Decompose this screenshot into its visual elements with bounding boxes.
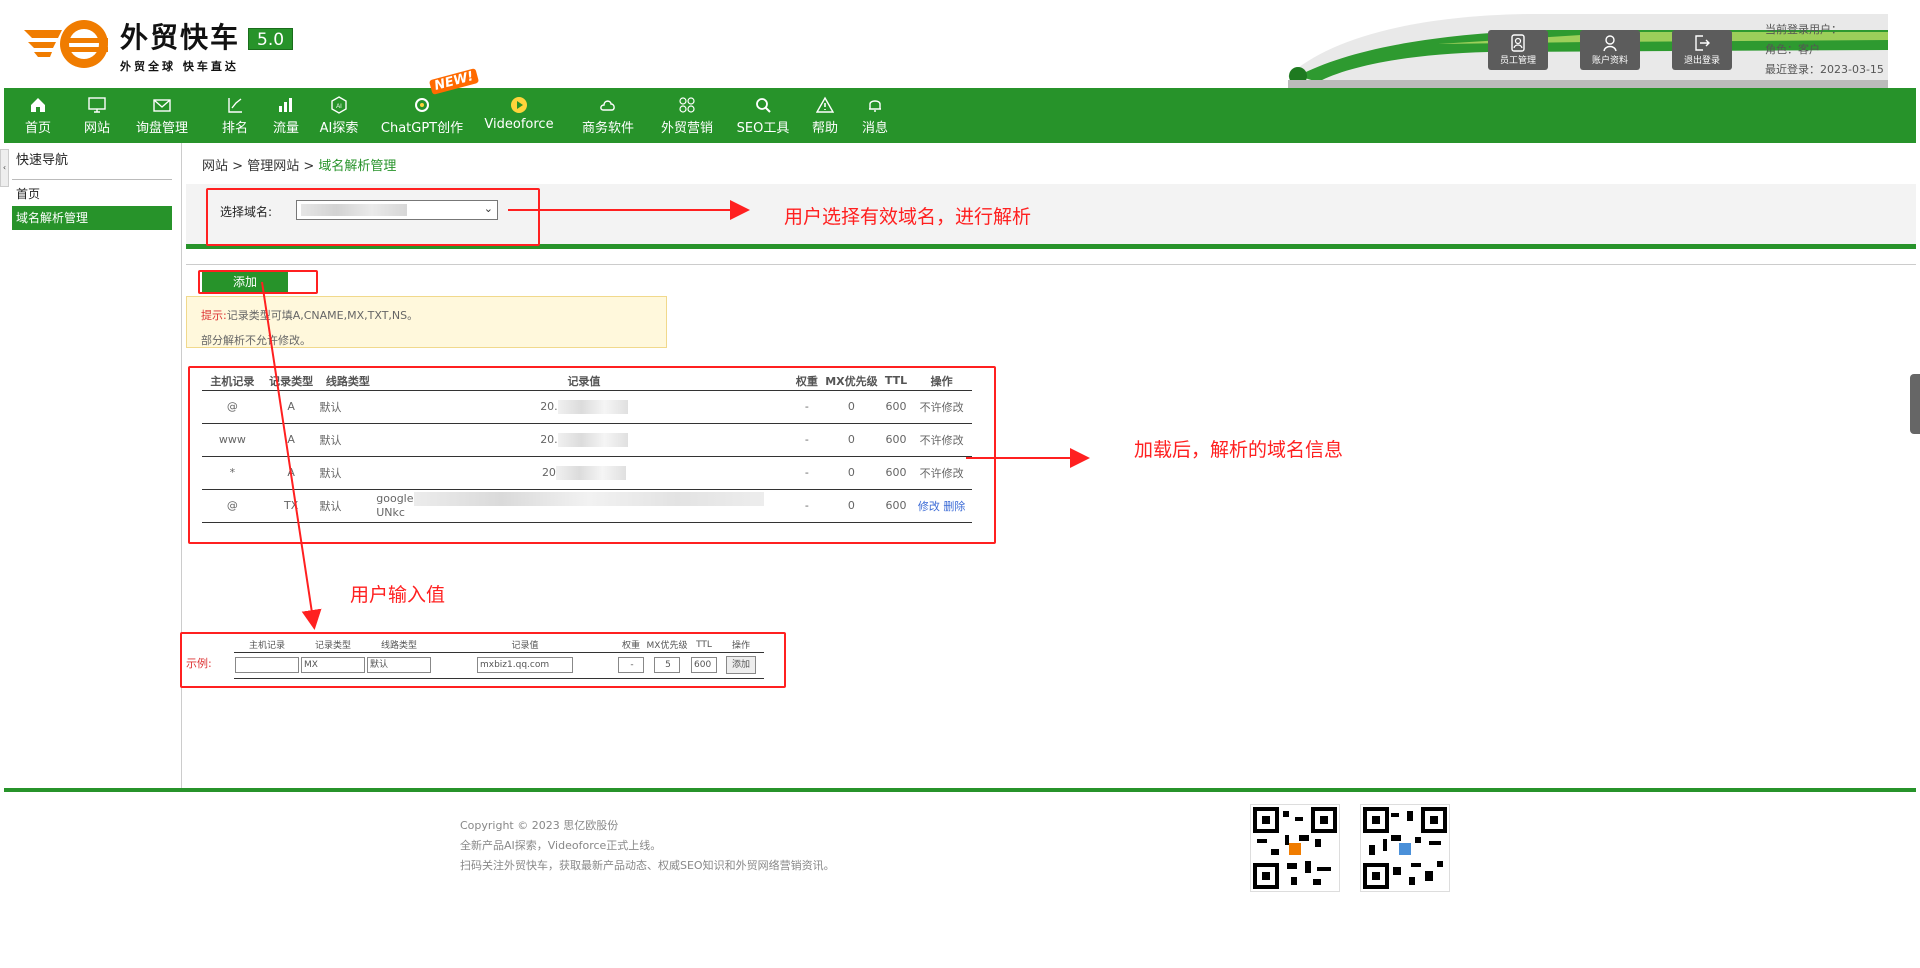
annotation-user-input: 用户输入值 [350,584,446,606]
qr-code-icon [1363,807,1447,889]
annotation-loaded-info: 加载后，解析的域名信息 [1134,439,1344,461]
qr-code-2 [1360,804,1450,892]
footer-divider [4,788,1916,792]
footer-text: Copyright © 2023 思亿欧股份 全新产品AI探索，Videofor… [460,816,835,876]
side-scroll-handle[interactable] [1910,374,1920,434]
footer-copyright: Copyright © 2023 思亿欧股份 [460,819,619,832]
annotation-arrows [261,200,1090,630]
arrow-to-example [261,281,322,630]
footer-line2: 全新产品AI探索，Videoforce正式上线。 [460,839,662,852]
qr-code-1 [1250,804,1340,892]
footer-line3: 扫码关注外贸快车，获取最新产品动态、权威SEO知识和外贸网络营销资讯。 [460,859,835,872]
annotation-select-domain: 用户选择有效域名，进行解析 [784,206,1032,228]
qr-code-icon [1253,807,1337,889]
